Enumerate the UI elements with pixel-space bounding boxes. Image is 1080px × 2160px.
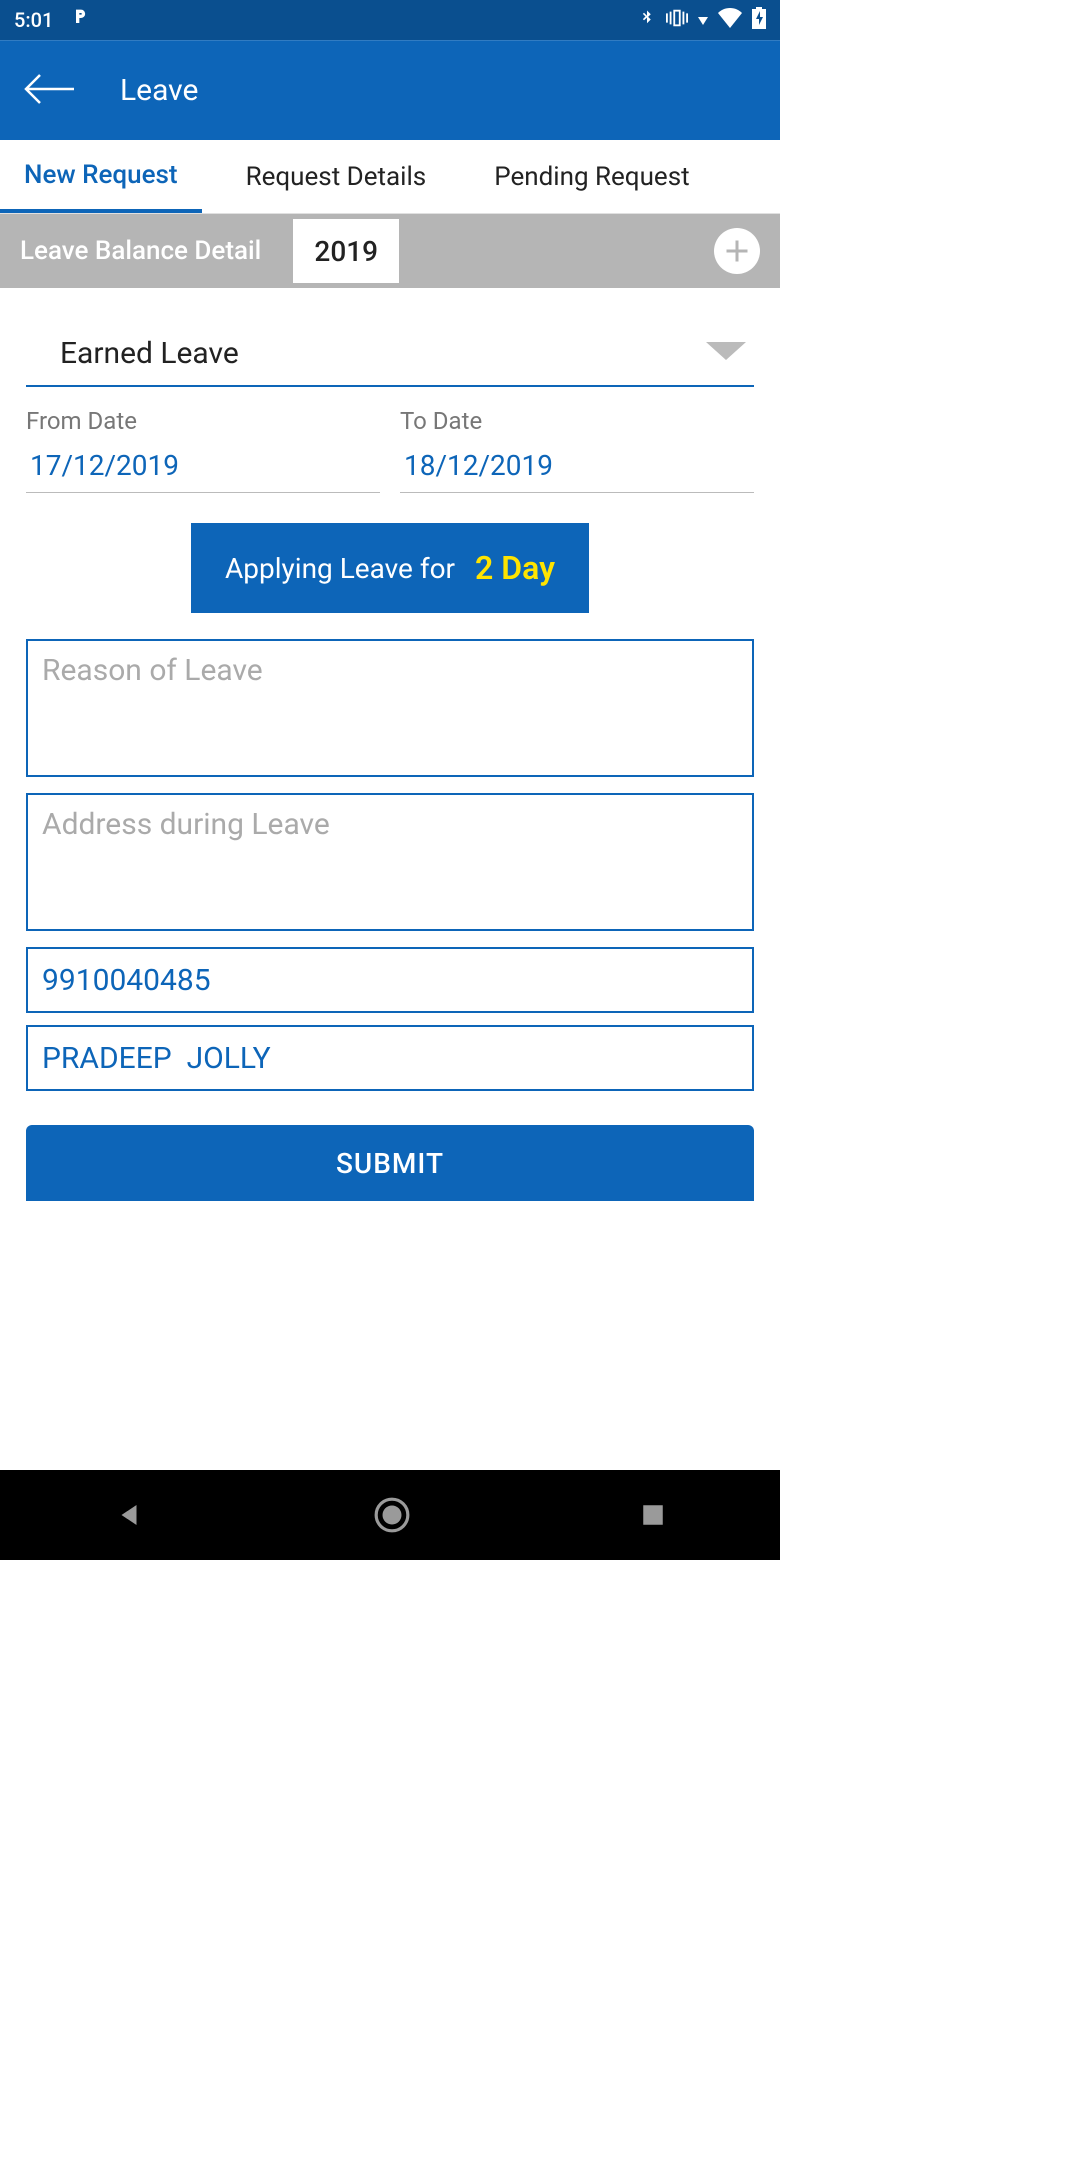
chevron-down-icon [706, 342, 746, 366]
status-bar: 5:01 [0, 0, 780, 40]
phone-input[interactable] [26, 947, 754, 1013]
applying-leave-box: Applying Leave for 2 Day [191, 523, 589, 613]
to-date-label: To Date [400, 407, 754, 435]
leave-balance-bar: Leave Balance Detail 2019 [0, 214, 780, 288]
submit-button[interactable]: SUBMIT [26, 1125, 754, 1201]
year-selector[interactable]: 2019 [293, 219, 399, 283]
battery-charging-icon [752, 7, 766, 34]
app-header: Leave [0, 40, 780, 140]
leave-type-value: Earned Leave [34, 336, 239, 371]
bluetooth-icon [638, 8, 656, 33]
leave-type-dropdown[interactable]: Earned Leave [26, 322, 754, 387]
notification-p-icon [71, 8, 91, 33]
android-nav-bar [0, 1470, 780, 1560]
nav-home-button[interactable] [373, 1496, 411, 1534]
wifi-caret-icon [698, 8, 708, 32]
leave-balance-label: Leave Balance Detail [20, 236, 261, 266]
to-date-value: 18/12/2019 [400, 443, 754, 493]
back-arrow-icon[interactable] [24, 73, 76, 109]
to-date-field[interactable]: To Date 18/12/2019 [400, 407, 754, 493]
status-right [638, 7, 766, 34]
page-title: Leave [120, 73, 198, 108]
plus-icon [719, 233, 755, 269]
applying-days: 2 Day [475, 549, 555, 587]
from-date-label: From Date [26, 407, 380, 435]
leave-form: Earned Leave From Date 17/12/2019 To Dat… [0, 288, 780, 1201]
vibrate-icon [666, 8, 688, 32]
reason-input[interactable] [26, 639, 754, 777]
applying-label: Applying Leave for [225, 552, 455, 585]
status-left: 5:01 [14, 8, 91, 33]
tab-new-request[interactable]: New Request [0, 140, 202, 213]
nav-back-button[interactable] [114, 1500, 144, 1530]
date-row: From Date 17/12/2019 To Date 18/12/2019 [26, 407, 754, 493]
status-time: 5:01 [14, 8, 53, 32]
from-date-value: 17/12/2019 [26, 443, 380, 493]
name-input[interactable] [26, 1025, 754, 1091]
address-input[interactable] [26, 793, 754, 931]
from-date-field[interactable]: From Date 17/12/2019 [26, 407, 380, 493]
tab-pending-request[interactable]: Pending Request [470, 140, 713, 213]
tab-bar: New Request Request Details Pending Requ… [0, 140, 780, 214]
tab-request-details[interactable]: Request Details [222, 140, 451, 213]
nav-recent-button[interactable] [640, 1502, 666, 1528]
expand-balance-button[interactable] [714, 228, 760, 274]
wifi-icon [718, 8, 742, 33]
